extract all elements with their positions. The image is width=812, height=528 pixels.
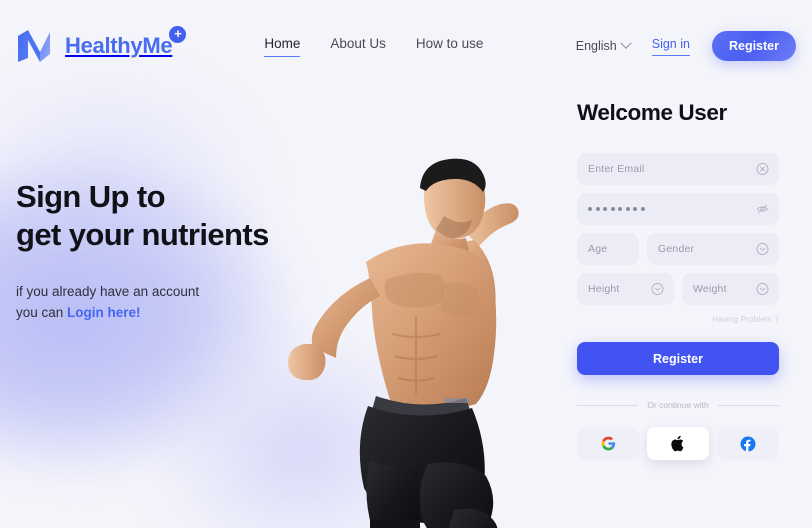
weight-placeholder: Weight	[693, 283, 727, 295]
apple-logo-icon	[671, 435, 684, 452]
welcome-heading: Welcome User	[577, 100, 727, 125]
divider-rule-right	[717, 404, 780, 406]
or-continue-divider: Or continue with	[577, 400, 780, 410]
age-placeholder: Age	[588, 243, 608, 255]
hero-subtitle-prefix: you can	[16, 305, 68, 321]
circle-chevron-down-icon[interactable]	[756, 243, 769, 256]
password-field[interactable]	[577, 193, 779, 225]
gender-placeholder: Gender	[658, 243, 695, 255]
having-problem-link[interactable]: Having Problem ?	[577, 315, 779, 324]
height-select[interactable]: Height	[577, 273, 674, 305]
social-login-row	[577, 427, 779, 460]
hero-title-line-1: Sign Up to	[16, 179, 166, 214]
email-field[interactable]: Enter Email	[577, 153, 779, 185]
chevron-down-icon	[620, 37, 632, 49]
age-field[interactable]: Age	[577, 233, 639, 265]
nav-item-home[interactable]: Home	[264, 36, 301, 57]
apple-login-button[interactable]	[647, 427, 709, 460]
google-login-button[interactable]	[577, 427, 639, 460]
sign-in-link[interactable]: Sign in	[651, 37, 690, 56]
hero-title-line-2: get your nutrients	[16, 217, 269, 253]
eye-off-icon[interactable]	[756, 203, 769, 216]
age-gender-row: Age Gender	[577, 233, 779, 273]
circle-chevron-down-icon[interactable]	[756, 283, 769, 296]
submit-register-button[interactable]: Register	[577, 342, 779, 375]
brand-plus-badge-icon: +	[169, 26, 187, 43]
nav-item-about-us[interactable]: About Us	[330, 36, 386, 56]
language-switcher[interactable]: English	[575, 37, 632, 53]
hero-section: Sign Up to get your nutrients if you alr…	[16, 178, 336, 324]
brand-name: HealthyMe +	[65, 26, 187, 59]
nav-item-how-to-use[interactable]: How to use	[416, 36, 484, 56]
language-label: English	[575, 39, 617, 53]
divider-label: Or continue with	[647, 400, 709, 410]
hero-subtitle: if you already have an account you can L…	[16, 282, 336, 324]
google-g-icon	[601, 436, 615, 451]
gender-select[interactable]: Gender	[647, 233, 779, 265]
header-register-button[interactable]: Register	[711, 31, 796, 61]
weight-select[interactable]: Weight	[682, 273, 779, 305]
password-masked-value	[588, 207, 645, 211]
brand-logo[interactable]: HealthyMe +	[16, 26, 187, 64]
login-here-link[interactable]: Login here!	[67, 305, 141, 320]
circle-chevron-down-icon[interactable]	[651, 283, 664, 296]
email-placeholder: Enter Email	[588, 163, 645, 175]
main-nav: Home About Us How to use	[264, 36, 483, 57]
hero-subtitle-line-1: if you already have an account	[16, 284, 200, 300]
height-placeholder: Height	[588, 283, 620, 295]
healthyme-m-logo-icon	[18, 30, 50, 62]
height-weight-row: Height Weight	[577, 273, 779, 313]
facebook-f-icon	[740, 436, 756, 452]
page-title: Sign Up to get your nutrients	[16, 178, 336, 254]
facebook-login-button[interactable]	[717, 427, 779, 460]
divider-rule-left	[577, 404, 639, 406]
circle-x-clear-icon[interactable]	[756, 163, 769, 176]
site-header: HealthyMe + Home About Us How to use Engl…	[0, 0, 812, 92]
registration-form: Welcome User Enter Email Age Gender Heig…	[577, 100, 780, 460]
header-right-group: English Sign in Register	[576, 31, 796, 61]
